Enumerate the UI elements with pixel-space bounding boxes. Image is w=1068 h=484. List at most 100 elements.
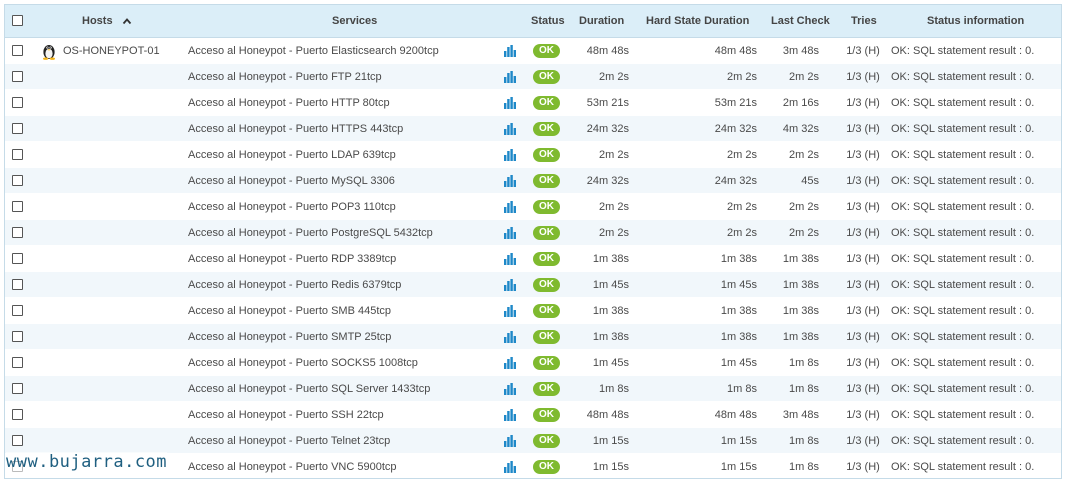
status-information-value: OK: SQL statement result : 0.: [891, 461, 1035, 473]
performance-graph-icon[interactable]: [504, 435, 516, 447]
duration-value: 2m 2s: [599, 71, 629, 83]
linux-tux-icon: [43, 45, 55, 60]
service-link[interactable]: Acceso al Honeypot - Puerto Redis 6379tc…: [188, 272, 401, 298]
table-row[interactable]: Acceso al Honeypot - Puerto SMTP 25tcp O…: [5, 324, 1061, 350]
table-row[interactable]: Acceso al Honeypot - Puerto SMB 445tcp O…: [5, 298, 1061, 324]
performance-graph-icon[interactable]: [504, 201, 516, 213]
status-information-value: OK: SQL statement result : 0.: [891, 383, 1035, 395]
hard-state-duration-column-header[interactable]: Hard State Duration: [646, 5, 749, 37]
performance-graph-icon[interactable]: [504, 253, 516, 265]
performance-graph-icon[interactable]: [504, 227, 516, 239]
tries-value: 1/3 (H): [846, 279, 880, 291]
performance-graph-icon[interactable]: [504, 331, 516, 343]
row-checkbox[interactable]: [12, 227, 23, 238]
service-link[interactable]: Acceso al Honeypot - Puerto SOCKS5 1008t…: [188, 350, 418, 376]
last-check-value: 2m 2s: [789, 149, 819, 161]
table-row[interactable]: Acceso al Honeypot - Puerto SSH 22tcp OK…: [5, 402, 1061, 428]
service-link[interactable]: Acceso al Honeypot - Puerto Telnet 23tcp: [188, 428, 390, 454]
service-link[interactable]: Acceso al Honeypot - Puerto FTP 21tcp: [188, 64, 382, 90]
last-check-column-header[interactable]: Last Check: [771, 5, 830, 37]
performance-graph-icon[interactable]: [504, 71, 516, 83]
table-row[interactable]: Acceso al Honeypot - Puerto Redis 6379tc…: [5, 272, 1061, 298]
table-row[interactable]: Acceso al Honeypot - Puerto MySQL 3306 O…: [5, 168, 1061, 194]
row-checkbox[interactable]: [12, 71, 23, 82]
performance-graph-icon[interactable]: [504, 357, 516, 369]
duration-value: 1m 8s: [599, 383, 629, 395]
row-checkbox[interactable]: [12, 45, 23, 56]
service-link[interactable]: Acceso al Honeypot - Puerto HTTPS 443tcp: [188, 116, 403, 142]
status-badge: OK: [533, 44, 560, 58]
row-checkbox[interactable]: [12, 331, 23, 342]
performance-graph-icon[interactable]: [504, 97, 516, 109]
table-row[interactable]: Acceso al Honeypot - Puerto LDAP 639tcp …: [5, 142, 1061, 168]
service-link[interactable]: Acceso al Honeypot - Puerto Elasticsearc…: [188, 38, 439, 64]
tries-value: 1/3 (H): [846, 149, 880, 161]
performance-graph-icon[interactable]: [504, 45, 516, 57]
hard-state-duration-value: 1m 15s: [720, 461, 757, 473]
service-link[interactable]: Acceso al Honeypot - Puerto MySQL 3306: [188, 168, 395, 194]
row-checkbox[interactable]: [12, 357, 23, 368]
duration-value: 53m 21s: [586, 97, 629, 109]
performance-graph-icon[interactable]: [504, 149, 516, 161]
last-check-value: 1m 8s: [789, 461, 819, 473]
status-information-column-header[interactable]: Status information: [927, 5, 1024, 37]
performance-graph-icon[interactable]: [504, 123, 516, 135]
duration-value: 2m 2s: [599, 201, 629, 213]
row-checkbox[interactable]: [12, 435, 23, 446]
performance-graph-icon[interactable]: [504, 305, 516, 317]
performance-graph-icon[interactable]: [504, 175, 516, 187]
duration-column-header[interactable]: Duration: [579, 5, 624, 37]
hosts-column-header[interactable]: Hosts: [82, 5, 132, 37]
service-link[interactable]: Acceso al Honeypot - Puerto VNC 5900tcp: [188, 454, 397, 478]
row-checkbox[interactable]: [12, 279, 23, 290]
row-checkbox[interactable]: [12, 383, 23, 394]
performance-graph-icon[interactable]: [504, 383, 516, 395]
select-all-checkbox[interactable]: [12, 15, 23, 26]
service-link[interactable]: Acceso al Honeypot - Puerto POP3 110tcp: [188, 194, 396, 220]
status-column-header[interactable]: Status: [531, 5, 565, 37]
service-link[interactable]: Acceso al Honeypot - Puerto HTTP 80tcp: [188, 90, 390, 116]
table-row[interactable]: Acceso al Honeypot - Puerto SQL Server 1…: [5, 376, 1061, 402]
service-link[interactable]: Acceso al Honeypot - Puerto LDAP 639tcp: [188, 142, 396, 168]
tries-value: 1/3 (H): [846, 123, 880, 135]
tries-column-header[interactable]: Tries: [851, 5, 877, 37]
service-link[interactable]: Acceso al Honeypot - Puerto SMTP 25tcp: [188, 324, 391, 350]
status-information-value: OK: SQL statement result : 0.: [891, 71, 1035, 83]
row-checkbox[interactable]: [12, 409, 23, 420]
table-row[interactable]: Acceso al Honeypot - Puerto FTP 21tcp OK…: [5, 64, 1061, 90]
service-link[interactable]: Acceso al Honeypot - Puerto SMB 445tcp: [188, 298, 391, 324]
host-link[interactable]: OS-HONEYPOT-01: [63, 38, 160, 64]
tries-value: 1/3 (H): [846, 45, 880, 57]
table-row[interactable]: Acceso al Honeypot - Puerto HTTP 80tcp O…: [5, 90, 1061, 116]
service-link[interactable]: Acceso al Honeypot - Puerto SSH 22tcp: [188, 402, 384, 428]
table-row[interactable]: Acceso al Honeypot - Puerto Telnet 23tcp…: [5, 428, 1061, 454]
hard-state-duration-value: 1m 45s: [720, 279, 757, 291]
row-checkbox[interactable]: [12, 201, 23, 212]
table-row[interactable]: Acceso al Honeypot - Puerto PostgreSQL 5…: [5, 220, 1061, 246]
services-table: Hosts Services Status Duration Hard Stat…: [4, 4, 1062, 479]
last-check-value: 1m 38s: [782, 253, 819, 265]
service-link[interactable]: Acceso al Honeypot - Puerto SQL Server 1…: [188, 376, 430, 402]
performance-graph-icon[interactable]: [504, 461, 516, 473]
performance-graph-icon[interactable]: [504, 279, 516, 291]
row-checkbox[interactable]: [12, 305, 23, 316]
service-link[interactable]: Acceso al Honeypot - Puerto RDP 3389tcp: [188, 246, 396, 272]
row-checkbox[interactable]: [12, 97, 23, 108]
row-checkbox[interactable]: [12, 175, 23, 186]
table-row[interactable]: Acceso al Honeypot - Puerto RDP 3389tcp …: [5, 246, 1061, 272]
services-column-header[interactable]: Services: [332, 5, 377, 37]
hosts-header-label: Hosts: [82, 15, 113, 27]
last-check-value: 4m 32s: [782, 123, 819, 135]
tries-value: 1/3 (H): [846, 253, 880, 265]
service-link[interactable]: Acceso al Honeypot - Puerto PostgreSQL 5…: [188, 220, 433, 246]
row-checkbox[interactable]: [12, 253, 23, 264]
table-row[interactable]: Acceso al Honeypot - Puerto POP3 110tcp …: [5, 194, 1061, 220]
status-information-value: OK: SQL statement result : 0.: [891, 227, 1035, 239]
table-row[interactable]: Acceso al Honeypot - Puerto Elasticsearc…: [5, 38, 1061, 64]
table-row[interactable]: Acceso al Honeypot - Puerto SOCKS5 1008t…: [5, 350, 1061, 376]
table-row[interactable]: Acceso al Honeypot - Puerto HTTPS 443tcp…: [5, 116, 1061, 142]
row-checkbox[interactable]: [12, 149, 23, 160]
performance-graph-icon[interactable]: [504, 409, 516, 421]
row-checkbox[interactable]: [12, 123, 23, 134]
tries-value: 1/3 (H): [846, 357, 880, 369]
